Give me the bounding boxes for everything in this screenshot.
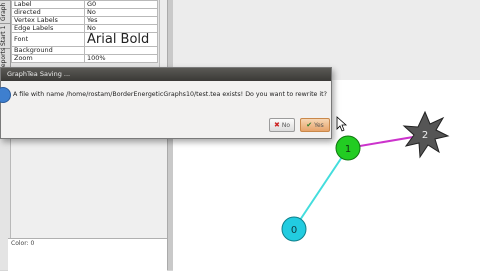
- vertex-1-label: 1: [345, 144, 351, 155]
- overwrite-dialog: GraphTea Saving ... A file with name /ho…: [0, 67, 332, 139]
- vertex-2-label: 2: [422, 130, 428, 141]
- cancel-icon: ✖: [273, 120, 280, 129]
- dialog-title: GraphTea Saving ...: [7, 70, 71, 78]
- dialog-message: A file with name /home/rostam/BorderEner…: [13, 91, 327, 98]
- mouse-cursor-icon: [336, 116, 348, 132]
- no-button[interactable]: ✖ No: [269, 118, 295, 132]
- yes-button[interactable]: ✔ Yes: [300, 118, 330, 132]
- yes-button-label: Yes: [314, 121, 324, 129]
- check-icon: ✔: [306, 120, 313, 129]
- info-icon: [0, 87, 11, 103]
- vertex-0-label: 0: [291, 225, 297, 236]
- no-button-label: No: [281, 121, 291, 129]
- dialog-titlebar[interactable]: GraphTea Saving ...: [1, 68, 331, 81]
- edge-1-0[interactable]: [293, 147, 349, 230]
